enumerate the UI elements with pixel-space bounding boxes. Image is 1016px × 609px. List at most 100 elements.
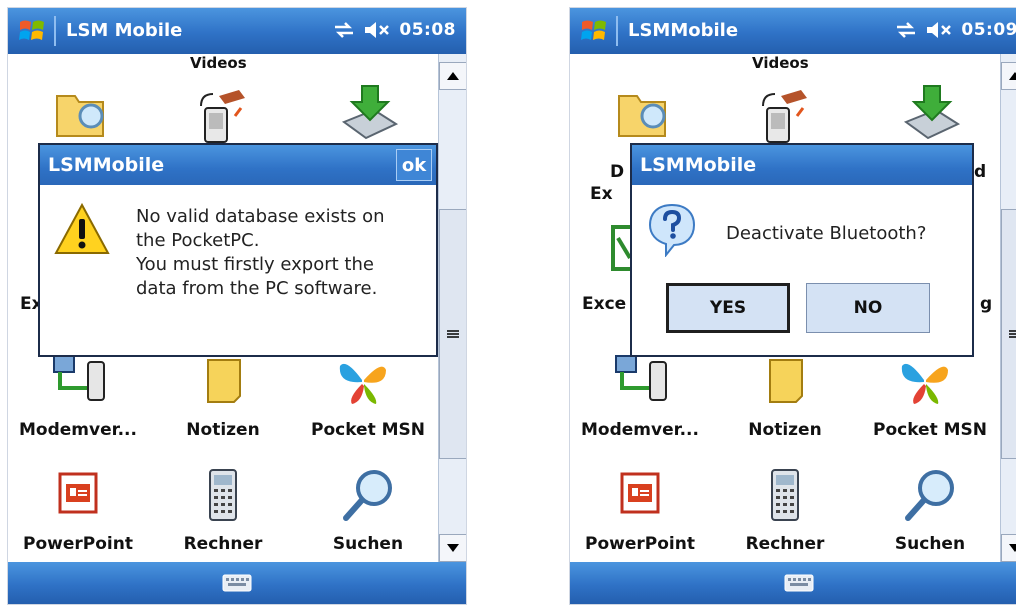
- program-label: Notizen: [186, 420, 260, 440]
- calculator-icon: [209, 469, 237, 521]
- scroll-thumb[interactable]: [439, 209, 466, 459]
- vertical-scrollbar[interactable]: [1000, 54, 1016, 562]
- modem-link-icon[interactable]: [610, 352, 674, 404]
- soft-key-bar: [570, 562, 1016, 604]
- arrow-down-icon: [1009, 544, 1016, 552]
- error-dialog: LSMMobile ok No valid database exists on…: [38, 143, 438, 357]
- program-label: Rechner: [183, 534, 263, 554]
- question-icon: [648, 203, 696, 257]
- scroll-up-button[interactable]: [1001, 62, 1016, 90]
- program-label: Modemver...: [19, 420, 137, 440]
- magnifier-icon: [343, 470, 392, 521]
- warning-icon: [54, 202, 110, 254]
- download-device-icon[interactable]: [338, 82, 402, 144]
- app-title: LSMMobile: [628, 20, 739, 41]
- program-item[interactable]: Modemver...: [8, 416, 148, 440]
- powerpoint-icon: [620, 472, 660, 514]
- clock[interactable]: 05:09: [961, 20, 1016, 40]
- notes-icon[interactable]: [204, 356, 248, 404]
- no-button[interactable]: NO: [806, 283, 930, 333]
- program-item[interactable]: Suchen: [298, 466, 438, 554]
- dialog-message: No valid database exists on the PocketPC…: [136, 205, 436, 301]
- keyboard-icon[interactable]: [784, 574, 814, 592]
- powerpoint-icon: [58, 472, 98, 514]
- scroll-thumb[interactable]: [1001, 209, 1016, 459]
- keyboard-icon[interactable]: [222, 574, 252, 592]
- program-item[interactable]: Modemver...: [570, 416, 710, 440]
- app-title: LSM Mobile: [66, 20, 183, 41]
- program-label: Suchen: [332, 534, 404, 554]
- program-item[interactable]: Pocket MSN: [860, 416, 1000, 440]
- partial-label-row2-right: g: [980, 294, 993, 314]
- ok-button[interactable]: ok: [396, 149, 432, 181]
- program-item[interactable]: Suchen: [860, 466, 1000, 554]
- program-item[interactable]: Pocket MSN: [298, 416, 438, 440]
- program-item[interactable]: Rechner: [715, 466, 855, 554]
- program-label: Suchen: [894, 534, 966, 554]
- dialog-header: LSMMobile: [632, 145, 972, 185]
- arrow-up-icon: [447, 72, 459, 80]
- grip-icon: [447, 330, 459, 338]
- program-label: Notizen: [748, 420, 822, 440]
- pocketpc-screen-right: LSMMobile 05:09 Videos D Ex d Exce g Mod…: [569, 7, 1016, 605]
- arrow-down-icon: [447, 544, 459, 552]
- program-item[interactable]: PowerPoint: [8, 466, 148, 554]
- msn-butterfly-icon[interactable]: [338, 354, 388, 406]
- scroll-down-button[interactable]: [439, 534, 466, 562]
- clock[interactable]: 05:08: [399, 20, 456, 40]
- status-area[interactable]: 05:09: [895, 20, 1016, 40]
- program-item[interactable]: Notizen: [153, 416, 293, 440]
- transfer-device-icon[interactable]: [757, 86, 813, 146]
- partial-label-row1-right: d: [974, 162, 987, 182]
- yes-button[interactable]: YES: [666, 283, 790, 333]
- scroll-up-button[interactable]: [439, 62, 466, 90]
- dialog-question: Deactivate Bluetooth?: [726, 223, 927, 244]
- scroll-down-button[interactable]: [1001, 534, 1016, 562]
- program-item[interactable]: PowerPoint: [570, 466, 710, 554]
- vertical-scrollbar[interactable]: [438, 54, 466, 562]
- transfer-device-icon[interactable]: [195, 86, 251, 146]
- title-separator: [54, 16, 56, 46]
- title-separator: [616, 16, 618, 46]
- program-label: Rechner: [745, 534, 825, 554]
- soft-key-bar: [8, 562, 466, 604]
- program-label: Pocket MSN: [310, 420, 426, 440]
- message-line: the PocketPC.: [136, 230, 260, 251]
- program-label: Pocket MSN: [872, 420, 988, 440]
- msn-butterfly-icon[interactable]: [900, 354, 950, 406]
- connectivity-icon[interactable]: [895, 22, 917, 38]
- title-bar: LSM Mobile 05:08: [8, 8, 466, 54]
- partial-label-videos: Videos: [752, 54, 809, 72]
- grip-icon: [1009, 330, 1016, 338]
- program-item[interactable]: Rechner: [153, 466, 293, 554]
- title-bar: LSMMobile 05:09: [570, 8, 1016, 54]
- download-device-icon[interactable]: [900, 82, 964, 144]
- program-label: PowerPoint: [585, 534, 695, 554]
- program-label: PowerPoint: [23, 534, 133, 554]
- message-line: data from the PC software.: [136, 278, 378, 299]
- speaker-muted-icon[interactable]: [925, 21, 953, 39]
- partial-label-videos: Videos: [190, 54, 247, 72]
- windows-start-icon[interactable]: [18, 18, 46, 44]
- speaker-muted-icon[interactable]: [363, 21, 391, 39]
- modem-link-icon[interactable]: [48, 352, 112, 404]
- windows-start-icon[interactable]: [580, 18, 608, 44]
- folder-search-icon[interactable]: [53, 86, 113, 142]
- magnifier-icon: [905, 470, 954, 521]
- dialog-header: LSMMobile ok: [40, 145, 436, 185]
- calculator-icon: [771, 469, 799, 521]
- confirm-dialog: LSMMobile Deactivate Bluetooth? YES NO: [630, 143, 974, 357]
- partial-label-row2-left: Exce: [582, 294, 627, 314]
- pocketpc-screen-left: LSM Mobile 05:08 Videos Ex Modemver... N…: [7, 7, 467, 605]
- notes-icon[interactable]: [766, 356, 810, 404]
- program-label: Modemver...: [581, 420, 699, 440]
- message-line: You must firstly export the: [136, 254, 374, 275]
- connectivity-icon[interactable]: [333, 22, 355, 38]
- program-item[interactable]: Notizen: [715, 416, 855, 440]
- status-area[interactable]: 05:08: [333, 20, 456, 40]
- folder-search-icon[interactable]: [615, 86, 675, 142]
- dialog-title: LSMMobile: [640, 154, 757, 176]
- arrow-up-icon: [1009, 72, 1016, 80]
- partial-label-row1-left-a: D: [610, 162, 625, 182]
- partial-label-row1-left-b: Ex: [590, 184, 613, 204]
